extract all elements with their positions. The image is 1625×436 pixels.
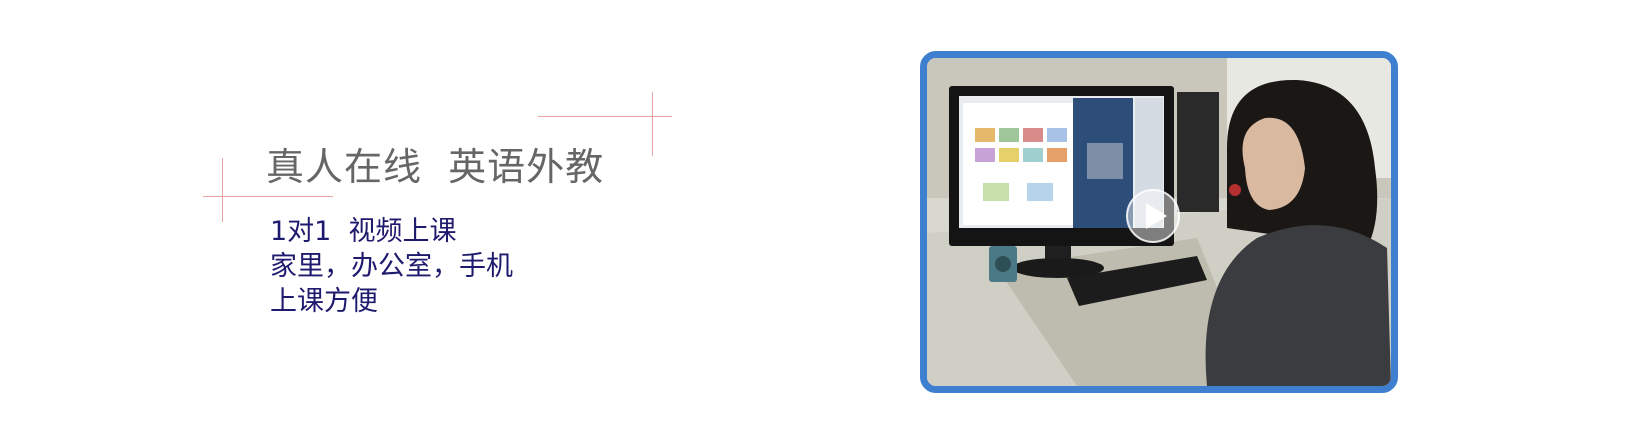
feature-line-1: 1对1 视频上课	[270, 216, 457, 247]
feature-text: 1对1 视频上课 家里，办公室，手机 上课方便	[270, 214, 513, 319]
deco-line-left-vertical	[222, 158, 223, 222]
feature-line-3: 上课方便	[270, 286, 378, 317]
video-player[interactable]	[920, 51, 1398, 393]
feature-line-2: 家里，办公室，手机	[270, 251, 513, 282]
play-icon[interactable]	[1125, 188, 1181, 244]
deco-line-top-vertical	[652, 92, 653, 156]
headline: 真人在线 英语外教	[266, 145, 605, 189]
